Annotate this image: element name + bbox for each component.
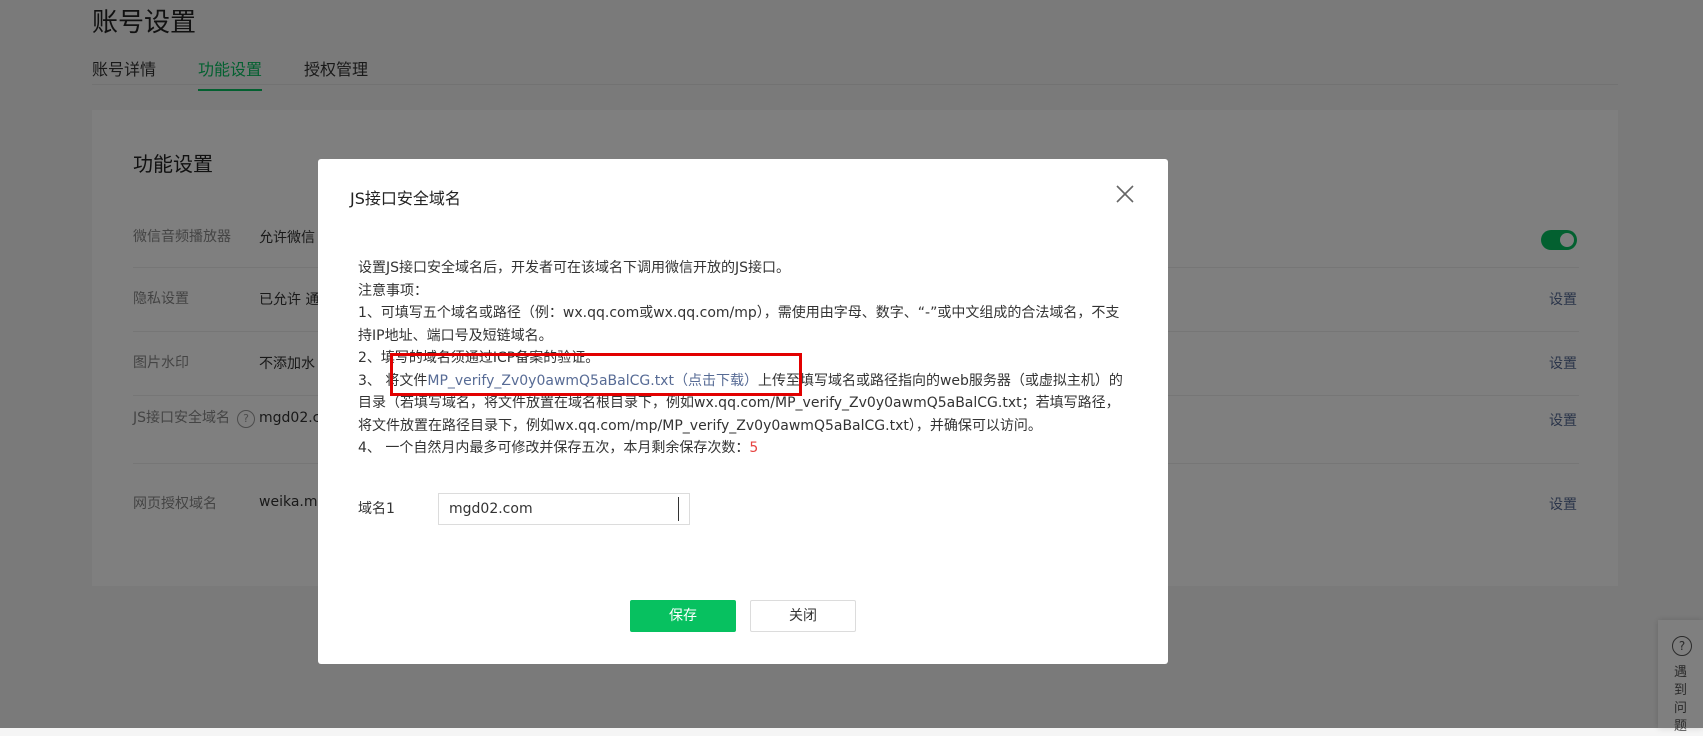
close-icon[interactable] xyxy=(1114,183,1136,205)
note-3-line-3: 将文件放置在路径目录下，例如wx.qq.com/mp/MP_verify_Zv0… xyxy=(358,417,1042,434)
domain-1-input[interactable] xyxy=(438,493,690,525)
dialog-title: JS接口安全域名 xyxy=(350,189,461,208)
remaining-save-count: 5 xyxy=(749,440,759,456)
note-3-suffix: 上传至填写域名或路径指向的web服务器（或虚拟主机）的 xyxy=(757,372,1123,389)
highlight-annotation xyxy=(390,353,802,396)
close-button[interactable]: 关闭 xyxy=(750,600,856,632)
js-domain-dialog: JS接口安全域名 设置JS接口安全域名后，开发者可在该域名下调用微信开放的JS接… xyxy=(318,159,1168,664)
note-4-prefix: 4、 一个自然月内最多可修改并保存五次，本月剩余保存次数： xyxy=(358,440,750,456)
text-cursor xyxy=(678,497,679,521)
domain-1-label: 域名1 xyxy=(358,501,395,517)
note-1-line-1: 1、可填写五个域名或路径（例：wx.qq.com或wx.qq.com/mp），需… xyxy=(358,305,1120,321)
note-1-line-2: 持IP地址、端口号及短链域名。 xyxy=(358,327,553,344)
notes-title: 注意事项： xyxy=(358,282,428,299)
note-4: 4、 一个自然月内最多可修改并保存五次，本月剩余保存次数：5 xyxy=(358,437,1138,460)
save-button[interactable]: 保存 xyxy=(630,600,736,632)
intro-text: 设置JS接口安全域名后，开发者可在该域名下调用微信开放的JS接口。 xyxy=(358,260,791,276)
